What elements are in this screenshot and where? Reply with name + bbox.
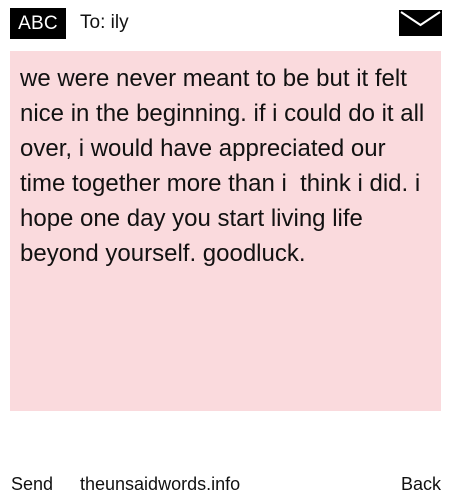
send-button[interactable]: Send [11,470,53,498]
message-text: we were never meant to be but it felt ni… [20,65,431,267]
footer-bar: Send theunsaidwords.info Back [0,470,450,498]
site-name: theunsaidwords.info [80,474,241,494]
back-button[interactable]: Back [401,470,441,498]
input-mode-badge[interactable]: ABC [10,8,66,39]
message-box[interactable]: we were never meant to be but it felt ni… [10,51,441,411]
envelope-icon [399,10,442,36]
recipient-line: To: ily [80,12,129,33]
header-bar: ABC To: ily [0,0,450,46]
